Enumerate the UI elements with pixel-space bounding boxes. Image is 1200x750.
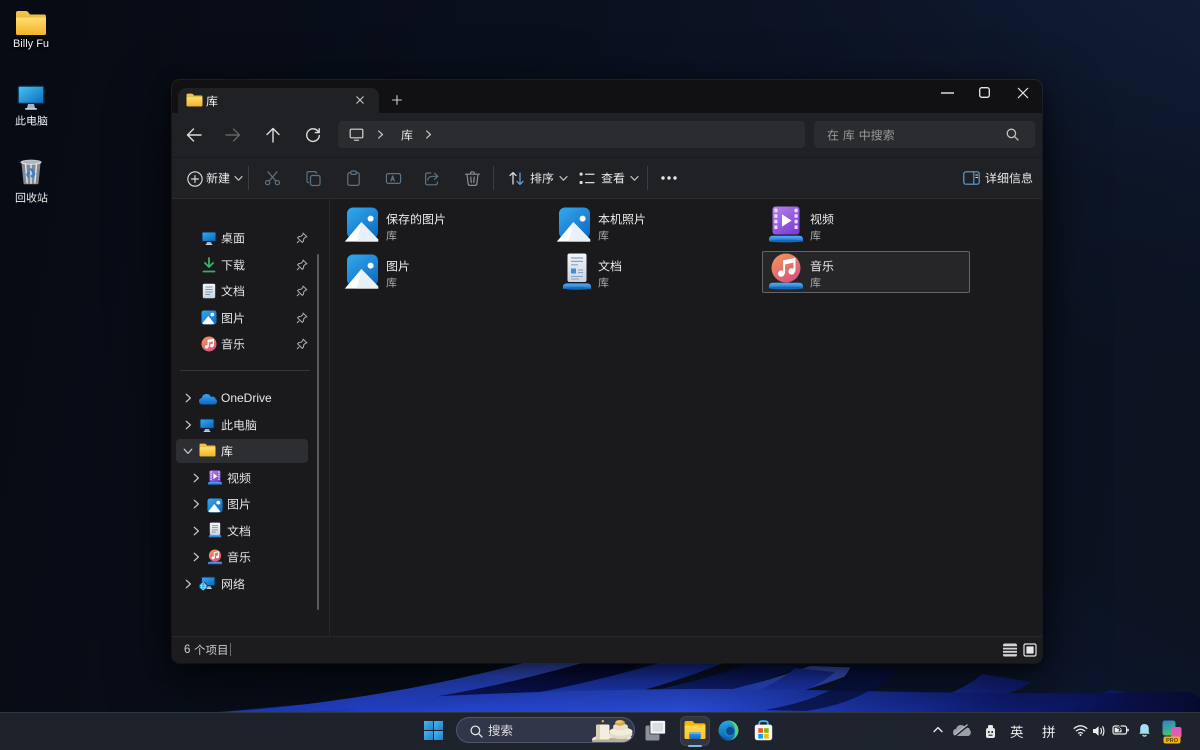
svg-text:PRO: PRO	[1166, 738, 1179, 744]
